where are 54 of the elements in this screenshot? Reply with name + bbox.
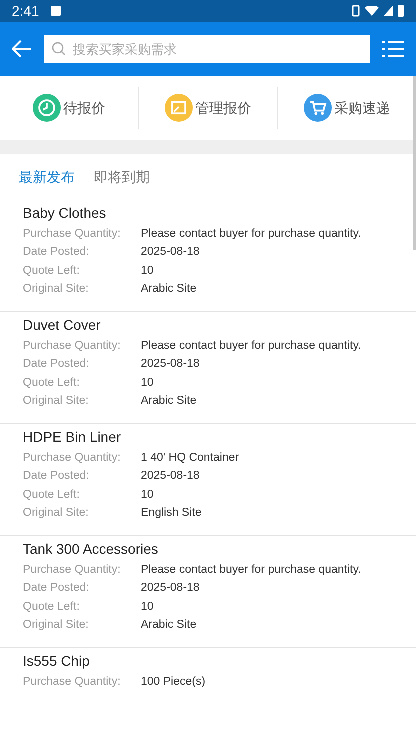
- field-value: 2025-08-18: [141, 581, 200, 596]
- shortcut-button[interactable]: 待报价: [32, 94, 106, 122]
- search-icon: [52, 42, 66, 56]
- back-icon[interactable]: [12, 40, 32, 58]
- shortcut-button[interactable]: 管理报价: [164, 94, 252, 122]
- item-title[interactable]: Baby Clothes: [23, 202, 416, 224]
- wifi-icon: [365, 6, 379, 16]
- item-title[interactable]: Is555 Chip: [23, 650, 416, 672]
- notification-icon: [51, 6, 62, 16]
- field-label: Original Site:: [23, 282, 90, 298]
- field-value: Please contact buyer for purchase quantity.: [141, 338, 362, 354]
- vibrate-icon: [352, 5, 360, 17]
- field-label: Purchase Quantity:: [23, 674, 122, 690]
- field-value: 10: [141, 264, 154, 279]
- field-label: Quote Left:: [23, 600, 81, 615]
- field-value: 1 40' HQ Container: [141, 450, 240, 466]
- tab[interactable]: 最新发布: [19, 166, 75, 188]
- field-label: Purchase Quantity:: [23, 562, 122, 578]
- field-value: 10: [141, 600, 154, 615]
- field-label: Original Site:: [23, 506, 90, 522]
- field-label: Purchase Quantity:: [23, 450, 122, 466]
- field-label: Quote Left:: [23, 264, 81, 279]
- field-label: Quote Left:: [23, 488, 81, 503]
- item-title[interactable]: Tank 300 Accessories: [23, 538, 416, 560]
- status-time: 2:41: [12, 2, 40, 20]
- field-value: 2025-08-18: [141, 357, 200, 372]
- field-value: Arabic Site: [141, 394, 197, 410]
- field-value: English Site: [141, 506, 202, 522]
- field-value: Arabic Site: [141, 282, 197, 298]
- field-label: Purchase Quantity:: [23, 226, 122, 242]
- signal-icon: [384, 6, 393, 16]
- field-label: Date Posted:: [23, 469, 90, 484]
- field-value: Arabic Site: [141, 618, 197, 634]
- field-value: Please contact buyer for purchase quantity.: [141, 562, 362, 578]
- field-value: 2025-08-18: [141, 469, 200, 484]
- field-label: Quote Left:: [23, 376, 81, 391]
- field-value: 100 Piece(s): [141, 674, 206, 690]
- field-value: 10: [141, 488, 154, 503]
- shortcut-button[interactable]: 采购速递: [304, 94, 390, 122]
- field-label: Original Site:: [23, 394, 90, 410]
- tab[interactable]: 即将到期: [94, 166, 150, 188]
- field-label: Date Posted:: [23, 245, 90, 260]
- field-value: 2025-08-18: [141, 245, 200, 260]
- field-value: 10: [141, 376, 154, 391]
- battery-icon: [398, 5, 404, 17]
- item-title[interactable]: Duvet Cover: [23, 314, 416, 336]
- search-field[interactable]: 搜索买家采购需求: [44, 35, 370, 63]
- field-value: Please contact buyer for purchase quantity.: [141, 226, 362, 242]
- field-label: Purchase Quantity:: [23, 338, 122, 354]
- item-title[interactable]: HDPE Bin Liner: [23, 426, 416, 448]
- field-label: Date Posted:: [23, 357, 90, 372]
- field-label: Original Site:: [23, 618, 90, 634]
- field-label: Date Posted:: [23, 581, 90, 596]
- menu-icon[interactable]: [382, 41, 404, 57]
